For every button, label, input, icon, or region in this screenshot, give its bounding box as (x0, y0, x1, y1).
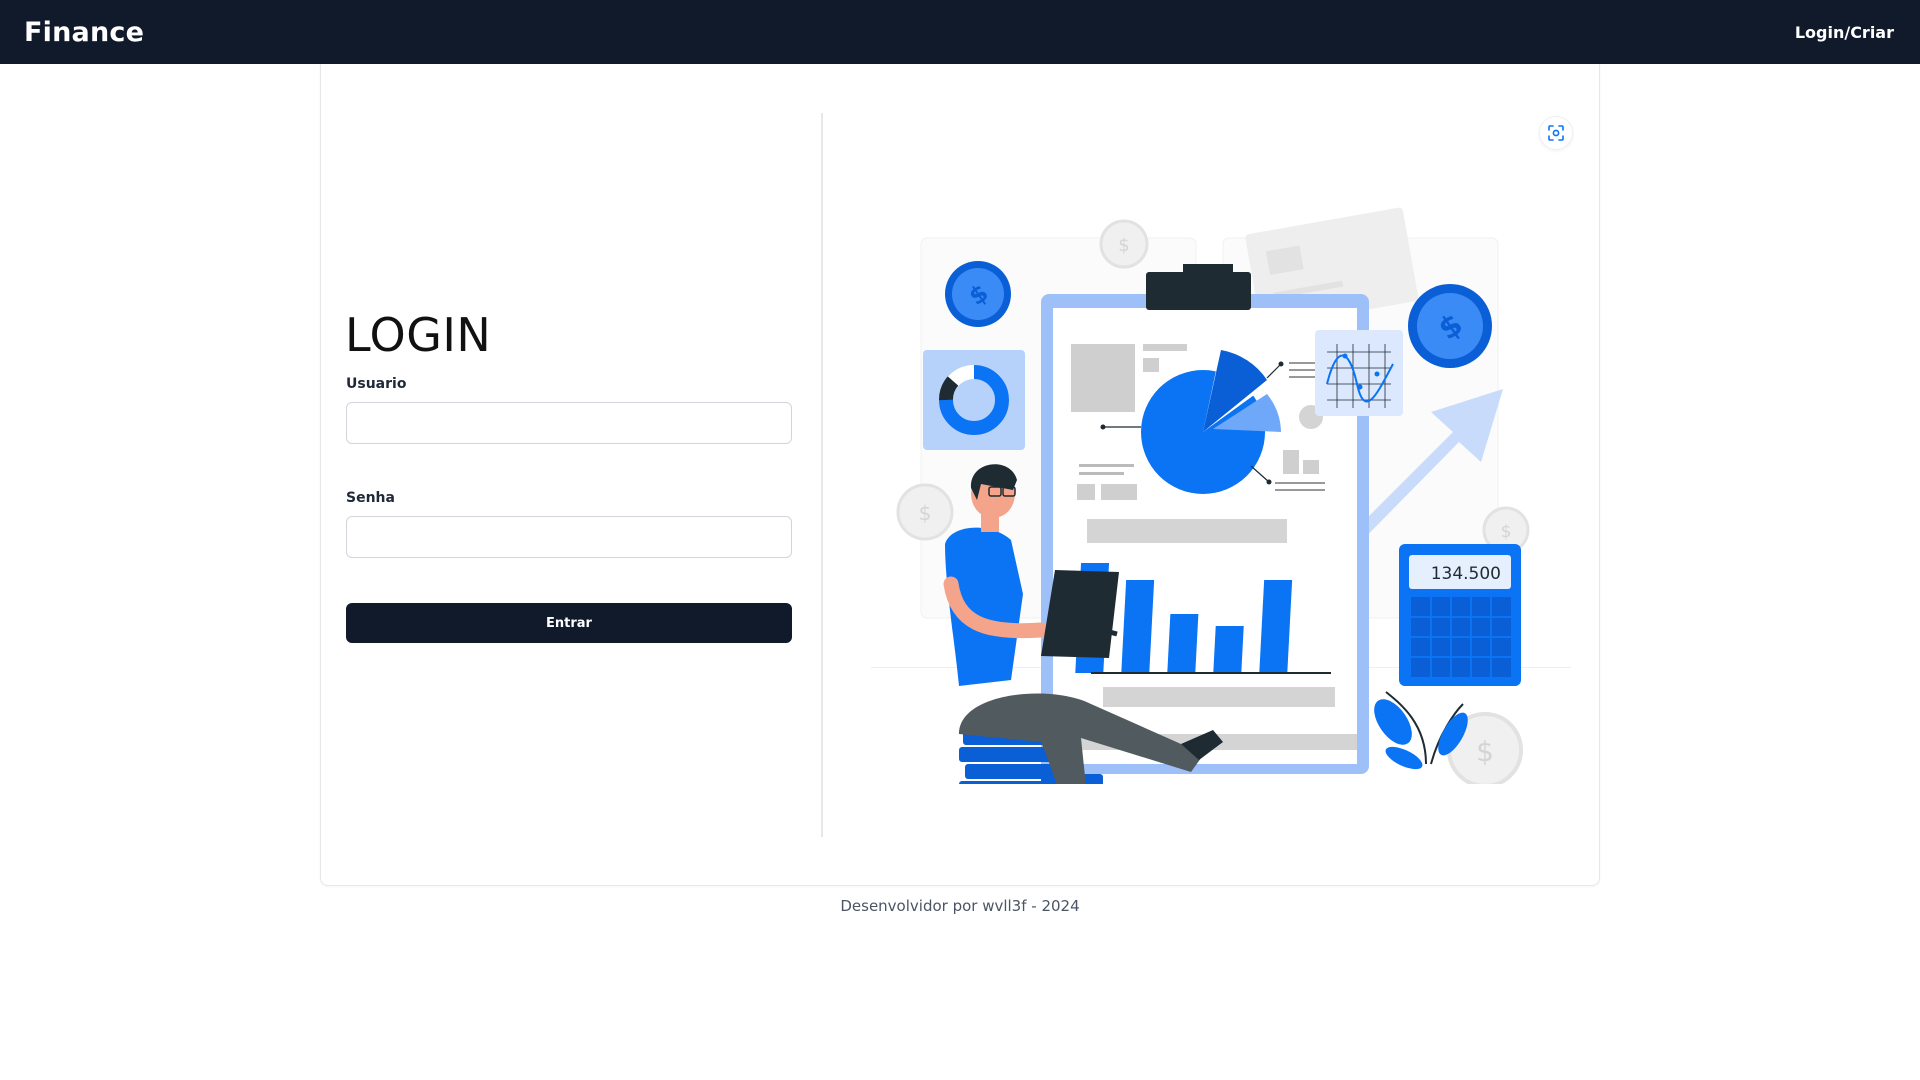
password-label: Senha (346, 490, 395, 506)
vertical-divider (821, 113, 823, 837)
top-navbar: Finance Login/Criar (0, 0, 1920, 64)
footer-credit: Desenvolvidor por wvll3f - 2024 (840, 897, 1080, 915)
brand-logo[interactable]: Finance (24, 17, 144, 48)
login-card: LOGIN Usuario Senha Entrar $ $ $ $ $ $ 1… (320, 64, 1600, 886)
svg-text:$: $ (919, 501, 932, 525)
svg-text:$: $ (1118, 235, 1129, 256)
username-label: Usuario (346, 376, 407, 392)
page-title: LOGIN (345, 308, 492, 362)
submit-button[interactable]: Entrar (346, 603, 792, 643)
login-create-link[interactable]: Login/Criar (1795, 23, 1894, 42)
svg-text:134.500: 134.500 (1431, 564, 1501, 584)
password-input[interactable] (346, 516, 792, 558)
dollar-coin-blue: $ (945, 261, 1011, 327)
dollar-coin-faded: $ (1099, 219, 1149, 269)
dollar-coin-blue: $ (1408, 284, 1492, 368)
scan-icon (1548, 125, 1564, 141)
svg-text:$: $ (1476, 735, 1494, 768)
finance-illustration: $ $ $ $ $ $ 134.500 (871, 207, 1571, 784)
username-input[interactable] (346, 402, 792, 444)
dollar-coin-faded: $ (896, 483, 954, 541)
svg-text:$: $ (1501, 522, 1512, 542)
